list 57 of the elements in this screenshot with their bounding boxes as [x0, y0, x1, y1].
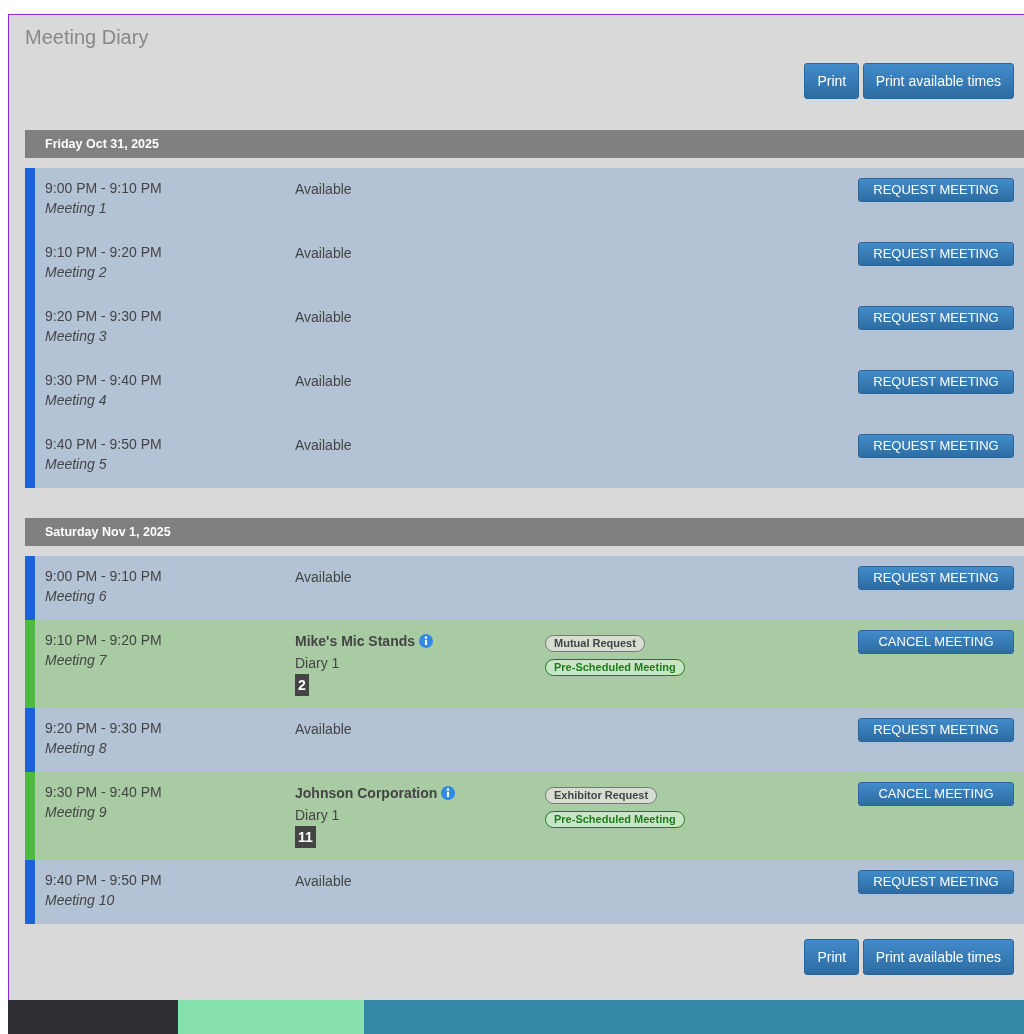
- meeting-name: Meeting 8: [45, 739, 108, 758]
- request-meeting-button[interactable]: REQUEST MEETING: [858, 434, 1014, 458]
- meeting-name: Meeting 10: [45, 891, 116, 910]
- slot-time: 9:40 PM - 9:50 PM: [45, 435, 163, 454]
- cancel-meeting-button[interactable]: CANCEL MEETING: [858, 630, 1014, 654]
- company-name: Johnson Corporation: [295, 784, 438, 803]
- request-meeting-button[interactable]: REQUEST MEETING: [858, 566, 1014, 590]
- info-icon[interactable]: [440, 786, 455, 800]
- cancel-meeting-button[interactable]: CANCEL MEETING: [858, 782, 1014, 806]
- day-header: Friday Oct 31, 2025: [25, 130, 1024, 158]
- slot-status: Available: [295, 872, 353, 891]
- request-meeting-button[interactable]: REQUEST MEETING: [858, 306, 1014, 330]
- request-meeting-button[interactable]: REQUEST MEETING: [858, 370, 1014, 394]
- diary-name: Diary 1: [295, 654, 341, 673]
- meeting-name: Meeting 2: [45, 263, 108, 282]
- print-button[interactable]: Print available times: [862, 939, 1014, 975]
- slot-time: 9:40 PM - 9:50 PM: [45, 871, 163, 890]
- page-title: Meeting Diary: [25, 25, 150, 49]
- meeting-name: Meeting 1: [45, 199, 108, 218]
- company-name: Mike's Mic Stands: [295, 632, 416, 651]
- meeting-name: Meeting 5: [45, 455, 108, 474]
- request-tag: Exhibitor Request: [545, 787, 658, 804]
- slot-time: 9:10 PM - 9:20 PM: [45, 243, 163, 262]
- meeting-name: Meeting 3: [45, 327, 108, 346]
- print-button[interactable]: Print: [804, 939, 860, 975]
- number-tag: 11: [295, 826, 316, 848]
- slot-time: 9:20 PM - 9:30 PM: [45, 307, 163, 326]
- meeting-name: Meeting 6: [45, 587, 108, 606]
- diary-name: Diary 1: [295, 806, 341, 825]
- print-button[interactable]: Print available times: [862, 63, 1014, 99]
- slot-time: 9:10 PM - 9:20 PM: [45, 631, 163, 650]
- day-header: Saturday Nov 1, 2025: [25, 518, 1024, 546]
- request-tag: Mutual Request: [545, 635, 645, 652]
- request-meeting-button[interactable]: REQUEST MEETING: [858, 242, 1014, 266]
- scheduled-tag: Pre-Scheduled Meeting: [545, 811, 685, 828]
- slot-time: 9:20 PM - 9:30 PM: [45, 719, 163, 738]
- slot-status: Available: [295, 308, 353, 327]
- number-tag: 2: [295, 674, 309, 696]
- request-meeting-button[interactable]: REQUEST MEETING: [858, 870, 1014, 894]
- slot-status: Available: [295, 436, 353, 455]
- meeting-name: Meeting 7: [45, 651, 108, 670]
- slot-status: Available: [295, 372, 353, 391]
- slot-time: 9:00 PM - 9:10 PM: [45, 567, 163, 586]
- slot-time: 9:00 PM - 9:10 PM: [45, 179, 163, 198]
- info-icon[interactable]: [418, 634, 433, 648]
- slot-status: Available: [295, 720, 353, 739]
- print-button[interactable]: Print: [804, 63, 860, 99]
- slot-time: 9:30 PM - 9:40 PM: [45, 371, 163, 390]
- request-meeting-button[interactable]: REQUEST MEETING: [858, 718, 1014, 742]
- slot-status: Available: [295, 568, 353, 587]
- request-meeting-button[interactable]: REQUEST MEETING: [858, 178, 1014, 202]
- meeting-name: Meeting 9: [45, 803, 108, 822]
- slot-status: Available: [295, 180, 353, 199]
- scheduled-tag: Pre-Scheduled Meeting: [545, 659, 685, 676]
- slot-time: 9:30 PM - 9:40 PM: [45, 783, 163, 802]
- slot-status: Available: [295, 244, 353, 263]
- meeting-name: Meeting 4: [45, 391, 108, 410]
